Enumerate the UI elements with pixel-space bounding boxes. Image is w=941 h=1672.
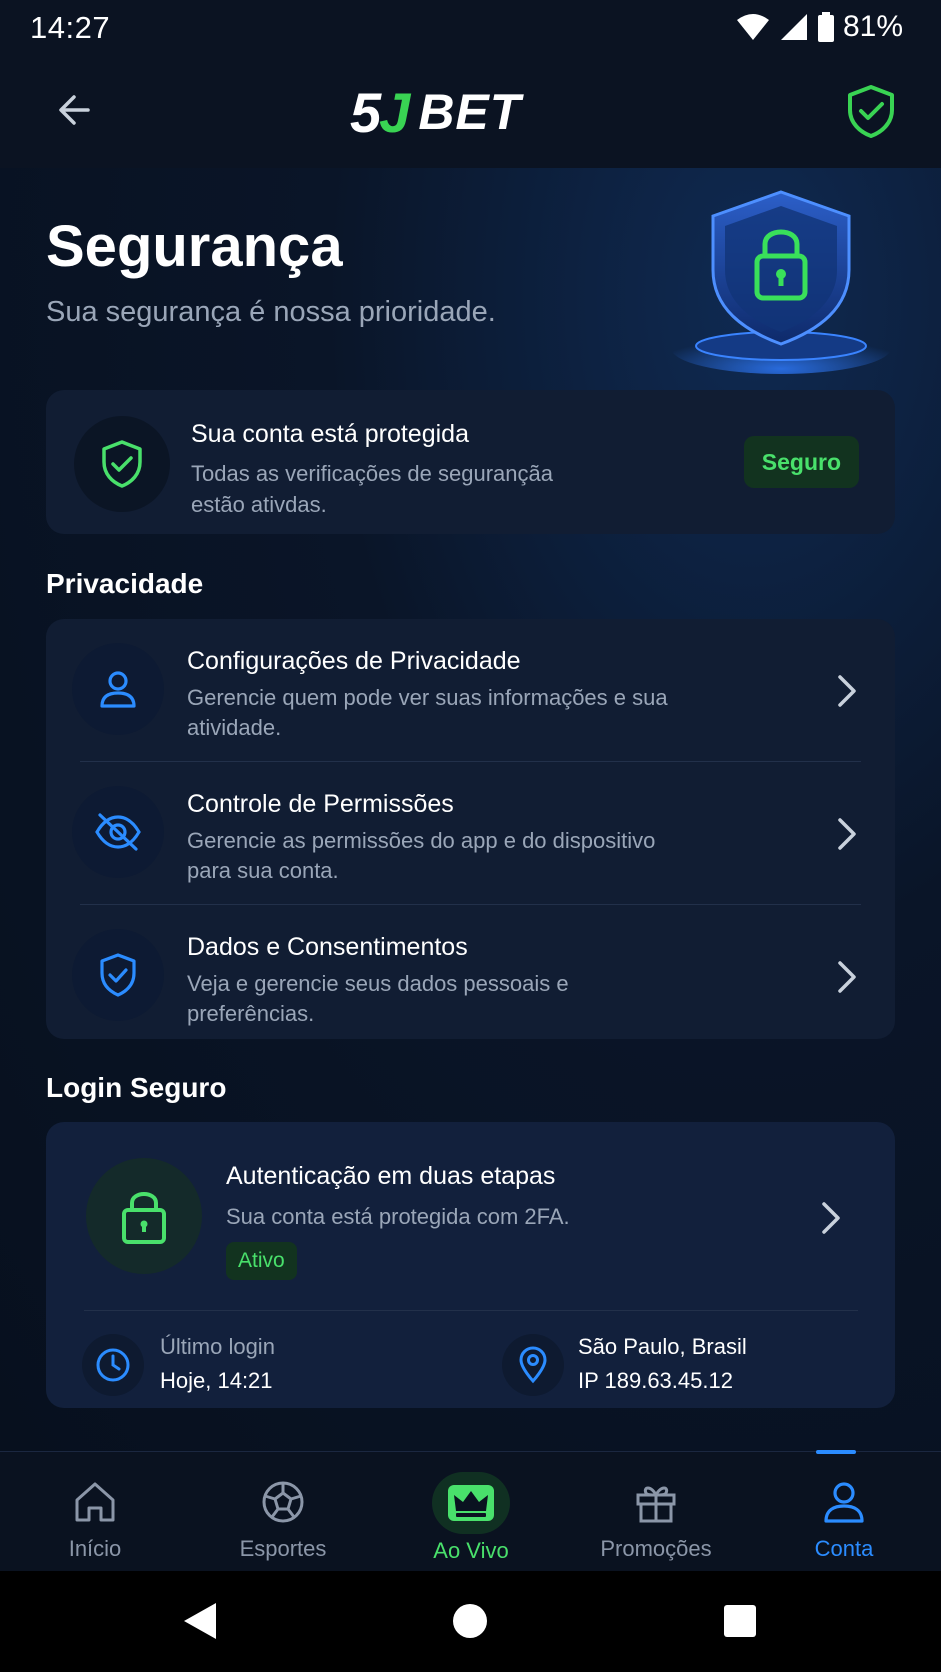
location-icon-wrap [502,1334,564,1396]
data-consents-description: Veja e gerencie seus dados pessoais e pr… [187,971,569,1026]
last-login-value: Hoje, 14:21 [160,1368,273,1393]
user-icon [814,1472,874,1532]
clock-icon [96,1348,130,1382]
privacy-settings-item[interactable]: Configurações de Privacidade Gerencie qu… [46,619,895,762]
logo-j: J [379,80,410,144]
data-consents-title: Dados e Consentimentos [187,933,468,961]
shield-check-icon [102,440,142,488]
permissions-icon-wrap [72,786,164,878]
chevron-right-icon [833,671,861,711]
status-time: 14:27 [30,10,111,45]
divider [84,1310,858,1311]
arrow-left-icon [59,95,90,125]
two-factor-status-badge: Ativo [226,1242,297,1280]
chevron-right-icon [833,957,861,997]
privacy-section-title: Privacidade [46,568,204,599]
login-location: São Paulo, Brasil [578,1334,747,1359]
page-title: Segurança [46,214,343,279]
protected-icon-wrap [74,416,170,512]
security-shield-button[interactable] [845,84,897,138]
battery-icon [817,12,834,42]
security-page: Segurança Sua segurança é nossa priorida… [0,168,941,1452]
system-back-icon[interactable] [180,1601,220,1641]
nav-label-conta: Conta [814,1536,874,1561]
permissions-title: Controle de Permissões [187,790,454,818]
secure-login-card: Autenticação em duas etapas Sua conta es… [46,1122,895,1408]
nav-item-promocoes[interactable]: Promoções [562,1452,750,1572]
logo-5: 5 [350,80,381,144]
signal-icon [780,14,807,40]
back-button[interactable] [50,86,98,134]
location-pin-icon [519,1346,547,1384]
bottom-navigation: Início Esportes Ao Vivo Promoções Conta [0,1450,941,1572]
nav-label-esportes: Esportes [239,1536,327,1561]
data-consents-icon-wrap [72,929,164,1021]
data-consents-item[interactable]: Dados e Consentimentos Veja e gerencie s… [46,905,895,1039]
privacy-settings-title: Configurações de Privacidade [187,647,521,675]
lock-icon [122,1192,166,1244]
status-badge: Seguro [743,436,859,488]
status-icons: 81% [735,10,903,44]
shield-lock-illustration [671,190,891,374]
privacy-settings-icon-wrap [72,643,164,735]
nav-item-esportes[interactable]: Esportes [189,1452,377,1572]
nav-item-inicio[interactable]: Início [1,1452,189,1572]
soccer-ball-icon [253,1472,313,1532]
two-factor-description: Sua conta está protegida com 2FA. [226,1204,570,1229]
privacy-card: Configurações de Privacidade Gerencie qu… [46,619,895,1039]
protected-title: Sua conta está protegida [191,420,469,448]
brand-logo: 5J BET [350,81,595,144]
secure-login-section-title: Login Seguro [46,1072,227,1103]
clock-icon-wrap [82,1334,144,1396]
home-icon [65,1472,125,1532]
gift-icon [626,1472,686,1532]
two-factor-chevron-button[interactable] [817,1198,845,1238]
account-protected-card: Sua conta está protegida Todas as verifi… [46,390,895,534]
nav-label-ao-vivo: Ao Vivo [433,1538,509,1563]
chevron-right-icon [833,814,861,854]
last-login-label: Último login [160,1334,275,1359]
system-home-icon[interactable] [450,1601,490,1641]
system-navigation-bar [0,1571,941,1672]
chevron-right-icon [822,1202,840,1234]
permissions-control-item[interactable]: Controle de Permissões Gerencie as permi… [46,762,895,905]
status-bar: 14:27 81% [0,0,941,56]
battery-percent: 81% [842,10,903,43]
user-icon [100,671,136,708]
protected-description: Todas as verificações de segurançãa estã… [191,461,553,517]
wifi-icon [736,14,769,40]
shield-check-icon [848,85,894,138]
login-ip: IP 189.63.45.12 [578,1368,733,1393]
page-subtitle: Sua segurança é nossa prioridade. [46,296,496,328]
system-recents-icon[interactable] [720,1601,760,1641]
nav-item-ao-vivo[interactable]: Ao Vivo [377,1452,565,1572]
logo-bet: BET [418,84,522,140]
nav-item-conta[interactable]: Conta [750,1452,938,1572]
crown-icon [432,1472,510,1534]
privacy-settings-description: Gerencie quem pode ver suas informações … [187,685,668,740]
nav-label-inicio: Início [68,1536,122,1561]
permissions-description: Gerencie as permissões do app e do dispo… [187,828,656,883]
eye-off-icon [95,813,141,851]
two-factor-icon-wrap [86,1158,202,1274]
shield-check-icon [100,953,136,997]
app-header: 5J BET [0,56,941,168]
two-factor-title: Autenticação em duas etapas [226,1162,556,1190]
nav-label-promocoes: Promoções [600,1536,712,1561]
